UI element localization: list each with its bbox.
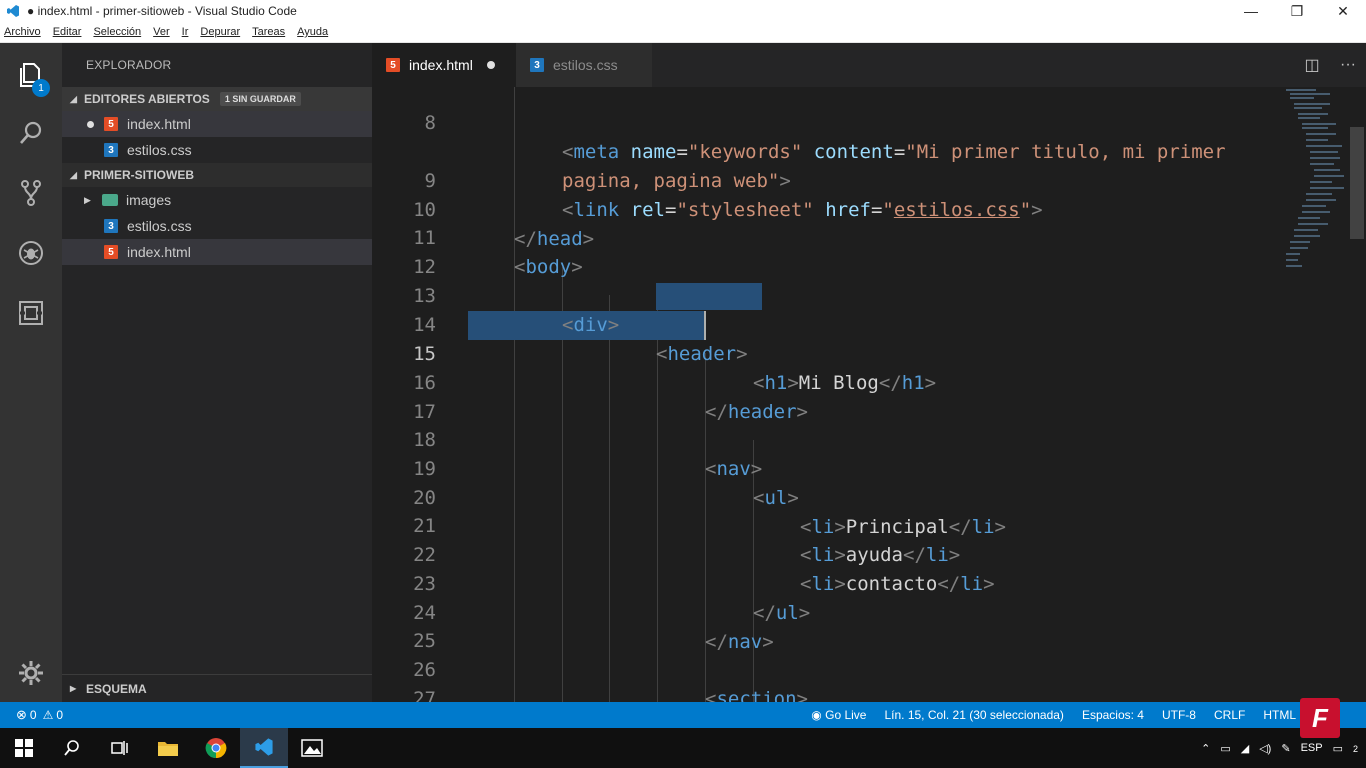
- menu-ir[interactable]: Ir: [182, 26, 189, 38]
- error-icon: ⊗: [16, 707, 27, 722]
- explorer-badge: 1: [32, 79, 50, 97]
- editor-scrollbar-thumb[interactable]: [1350, 127, 1364, 239]
- language-mode[interactable]: HTML: [1263, 708, 1296, 722]
- menu-editar[interactable]: Editar: [53, 26, 82, 38]
- chevron-up-icon[interactable]: ⌃: [1201, 742, 1210, 755]
- menu-ver[interactable]: Ver: [153, 26, 170, 38]
- indentation[interactable]: Espacios: 4: [1082, 708, 1144, 722]
- input-language[interactable]: ESP: [1301, 742, 1323, 754]
- windows-taskbar: ⌃ ▭ ◢ ◁) ✎ ESP ▭ 2: [0, 728, 1366, 768]
- notifications-icon[interactable]: ▭ 2: [1333, 742, 1358, 755]
- menu-archivo[interactable]: Archivo: [4, 26, 41, 38]
- unsaved-dot-icon: [87, 121, 94, 128]
- tab-estilos-css[interactable]: 3 estilos.css: [516, 43, 652, 87]
- outline-label: ESQUEMA: [86, 681, 147, 696]
- activity-bar: 1: [0, 43, 62, 702]
- search-icon[interactable]: [48, 728, 96, 768]
- open-editors-label: EDITORES ABIERTOS: [84, 92, 210, 106]
- extensions-icon[interactable]: [0, 287, 62, 339]
- encoding[interactable]: UTF-8: [1162, 708, 1196, 722]
- gear-icon[interactable]: [0, 647, 62, 699]
- tab-index-html[interactable]: 5 index.html: [372, 43, 516, 87]
- menu-tareas[interactable]: Tareas: [252, 26, 285, 38]
- tree-item-index-html[interactable]: 5 index.html: [62, 239, 372, 265]
- tab-label: estilos.css: [553, 57, 618, 73]
- chevron-right-icon: ▶: [84, 194, 91, 205]
- vscode-taskbar-icon[interactable]: [240, 728, 288, 768]
- file-explorer-icon[interactable]: [144, 728, 192, 768]
- menu-bar: Archivo Editar Selección Ver Ir Depurar …: [0, 22, 1366, 43]
- tree-item-label: estilos.css: [127, 218, 192, 234]
- chrome-icon[interactable]: [192, 728, 240, 768]
- cursor-position[interactable]: Lín. 15, Col. 21 (30 seleccionada): [884, 708, 1063, 722]
- outline-header[interactable]: ▶ ESQUEMA: [62, 674, 372, 702]
- restore-button[interactable]: ❐: [1274, 0, 1320, 22]
- html-file-icon: 5: [386, 58, 400, 72]
- open-editor-index-html[interactable]: 5 index.html: [62, 111, 372, 137]
- menu-ayuda[interactable]: Ayuda: [297, 26, 328, 38]
- warning-count: 0: [56, 708, 64, 722]
- network-icon[interactable]: ▭: [1220, 742, 1230, 755]
- source-control-icon[interactable]: [0, 167, 62, 219]
- open-editor-label: estilos.css: [127, 142, 192, 158]
- css-file-icon: 3: [104, 143, 118, 157]
- project-header[interactable]: ◢ PRIMER-SITIOWEB: [62, 163, 372, 187]
- css-file-icon: 3: [104, 219, 118, 233]
- tree-item-label: images: [126, 192, 172, 208]
- photos-icon[interactable]: [288, 728, 336, 768]
- html-file-icon: 5: [104, 117, 118, 131]
- channel-logo: F: [1300, 698, 1340, 738]
- error-count: 0: [29, 708, 37, 722]
- chevron-down-icon: ◢: [70, 169, 77, 180]
- go-live-button[interactable]: ◉ Go Live: [811, 708, 866, 722]
- unsaved-dot-icon[interactable]: [486, 61, 495, 69]
- title-bar: ● index.html - primer-sitioweb - Visual …: [0, 0, 1366, 22]
- open-editor-label: index.html: [127, 116, 191, 132]
- editor-tabs: 5 index.html 3 estilos.css ◫ ···: [372, 43, 1366, 87]
- close-button[interactable]: ✕: [1320, 0, 1366, 22]
- windows-start-icon[interactable]: [0, 728, 48, 768]
- wifi-icon[interactable]: ◢: [1241, 742, 1249, 755]
- tree-item-images[interactable]: ▶ images: [62, 187, 372, 213]
- problems-indicator[interactable]: ⊗ 0 ⚠ 0: [0, 707, 63, 723]
- minimize-button[interactable]: —: [1228, 0, 1274, 22]
- tree-item-label: index.html: [127, 244, 191, 260]
- warning-icon: ⚠: [42, 708, 54, 722]
- split-editor-icon[interactable]: ◫: [1294, 55, 1330, 75]
- unsaved-badge: 1 SIN GUARDAR: [219, 92, 301, 106]
- menu-depurar[interactable]: Depurar: [200, 26, 240, 38]
- notification-count: 2: [1352, 743, 1358, 754]
- menu-seleccion[interactable]: Selección: [93, 26, 141, 38]
- open-editors-header[interactable]: ◢ EDITORES ABIERTOS 1 SIN GUARDAR: [62, 87, 372, 111]
- volume-icon[interactable]: ◁): [1259, 742, 1271, 755]
- go-live-label: Go Live: [825, 708, 867, 722]
- files-icon[interactable]: 1: [0, 49, 62, 101]
- open-editor-estilos-css[interactable]: 3 estilos.css: [62, 137, 372, 163]
- sidebar-title: EXPLORADOR: [86, 58, 172, 72]
- debug-icon[interactable]: [0, 227, 62, 279]
- more-actions-icon[interactable]: ···: [1330, 56, 1366, 74]
- chevron-down-icon: ◢: [70, 93, 77, 104]
- project-label: PRIMER-SITIOWEB: [84, 168, 194, 182]
- explorer-sidebar: EXPLORADOR ◢ EDITORES ABIERTOS 1 SIN GUA…: [62, 43, 372, 702]
- vscode-logo-icon: [5, 3, 21, 19]
- broadcast-icon: ◉: [811, 708, 822, 722]
- search-icon[interactable]: [0, 107, 62, 159]
- tab-label: index.html: [409, 57, 473, 73]
- end-of-line[interactable]: CRLF: [1214, 708, 1245, 722]
- pen-icon[interactable]: ✎: [1281, 742, 1290, 755]
- tree-item-estilos-css[interactable]: 3 estilos.css: [62, 213, 372, 239]
- window-title: ● index.html - primer-sitioweb - Visual …: [27, 4, 297, 18]
- html-file-icon: 5: [104, 245, 118, 259]
- task-view-icon[interactable]: [96, 728, 144, 768]
- css-file-icon: 3: [530, 58, 544, 72]
- code-editor[interactable]: 8 <meta name="keywords" content="Mi prim…: [372, 87, 1366, 702]
- status-bar: ⊗ 0 ⚠ 0 ◉ Go Live Lín. 15, Col. 21 (30 s…: [0, 702, 1366, 728]
- chevron-right-icon: ▶: [70, 684, 77, 693]
- folder-icon: [102, 194, 118, 206]
- minimap[interactable]: [1282, 87, 1350, 272]
